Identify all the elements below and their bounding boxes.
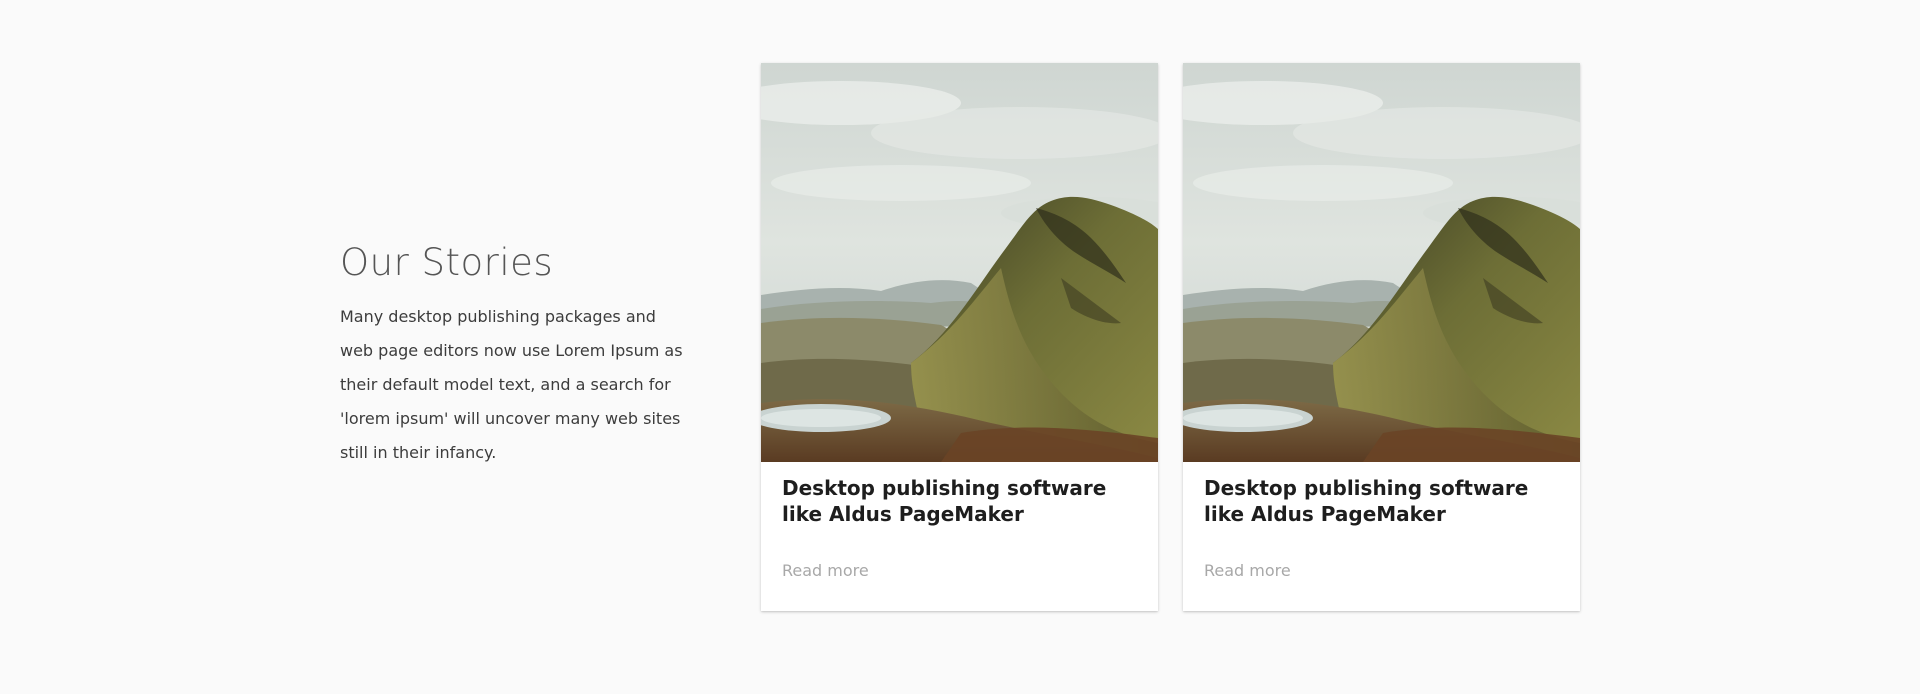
card-body: Desktop publishing software like Aldus P…	[1183, 462, 1580, 580]
stories-section: Our Stories Many desktop publishing pack…	[0, 0, 1920, 694]
intro-block: Our Stories Many desktop publishing pack…	[340, 240, 700, 470]
card-body: Desktop publishing software like Aldus P…	[761, 462, 1158, 580]
story-card[interactable]: Desktop publishing software like Aldus P…	[761, 63, 1158, 611]
section-title: Our Stories	[340, 241, 554, 284]
section-description: Many desktop publishing packages and web…	[340, 307, 683, 462]
read-more-link[interactable]: Read more	[1204, 561, 1291, 580]
card-image[interactable]	[1183, 63, 1580, 462]
story-card[interactable]: Desktop publishing software like Aldus P…	[1183, 63, 1580, 611]
card-title[interactable]: Desktop publishing software like Aldus P…	[1204, 475, 1559, 527]
card-title[interactable]: Desktop publishing software like Aldus P…	[782, 475, 1137, 527]
read-more-link[interactable]: Read more	[782, 561, 869, 580]
card-image[interactable]	[761, 63, 1158, 462]
